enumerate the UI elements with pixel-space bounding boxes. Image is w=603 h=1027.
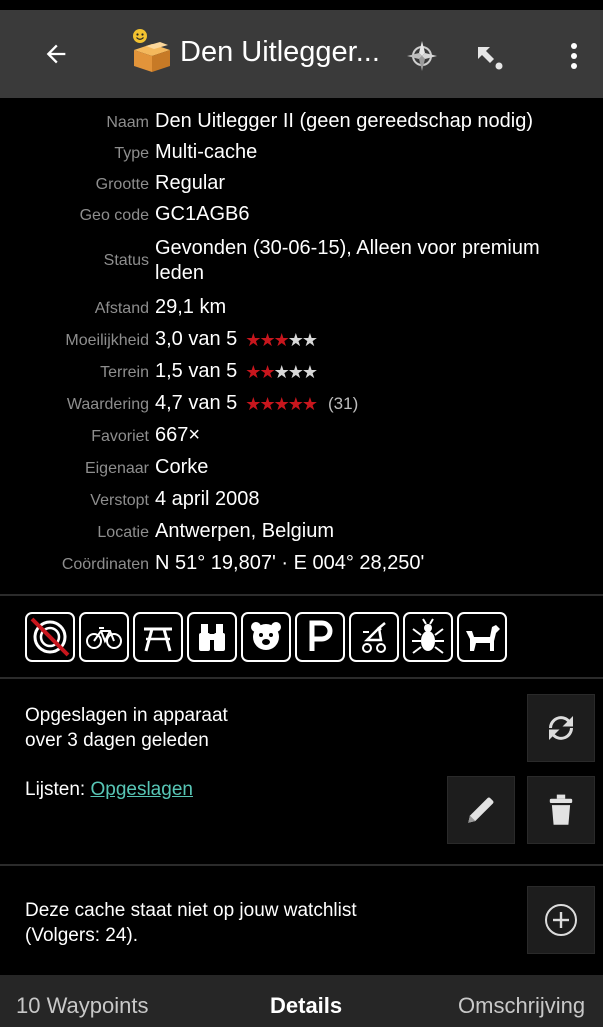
overflow-menu-button[interactable]: [552, 32, 596, 80]
navigate-button[interactable]: [465, 32, 513, 80]
app-bar: Den Uitlegger...: [0, 10, 603, 98]
rating-stars: ★★★★★: [245, 393, 318, 416]
stroller-icon[interactable]: [349, 612, 399, 662]
star-icon: ★: [245, 362, 261, 382]
delete-button[interactable]: [527, 776, 595, 844]
stored-line2: over 3 dagen geleden: [25, 730, 209, 751]
edit-lists-button[interactable]: [447, 776, 515, 844]
refresh-button[interactable]: [527, 694, 595, 762]
detail-value: Regular: [155, 172, 226, 194]
multi-cache-icon: [126, 26, 176, 76]
kids-icon[interactable]: [241, 612, 291, 662]
detail-label: Verstopt: [90, 492, 149, 509]
ticks-icon[interactable]: [403, 612, 453, 662]
detail-value: Multi-cache: [155, 141, 258, 163]
detail-label: Coördinaten: [61, 556, 149, 573]
detail-label: Waardering: [66, 396, 149, 413]
star-icon: ★: [301, 330, 318, 350]
star-icon: ★: [287, 394, 304, 414]
star-icon: ★: [273, 394, 290, 414]
pencil-icon: [468, 797, 494, 823]
star-icon: ★: [301, 394, 318, 414]
star-icon: ★: [301, 362, 318, 382]
parking-icon[interactable]: [295, 612, 345, 662]
detail-value: 667×: [155, 424, 201, 446]
lists-label: Lijsten:: [25, 779, 91, 800]
star-icon: ★: [259, 330, 275, 350]
tab-waypoints[interactable]: 10 Waypoints: [16, 993, 148, 1019]
detail-label: Eigenaar: [84, 460, 149, 477]
watchlist-line2: (Volgers: 24).: [25, 925, 138, 946]
tab-details[interactable]: Details: [270, 993, 342, 1019]
tab-description[interactable]: Omschrijving: [458, 993, 585, 1019]
detail-value[interactable]: Corke: [155, 456, 208, 479]
star-icon: ★: [273, 362, 290, 382]
detail-value[interactable]: N 51° 19,807' · E 004° 28,250': [155, 552, 424, 575]
navigate-arrow-icon: [478, 47, 503, 70]
rating-text: 3,0 van 5: [155, 328, 238, 350]
arrow-left-icon: [46, 44, 66, 64]
terrain-stars: ★★★★★: [245, 361, 318, 384]
picnic-table-icon[interactable]: [133, 612, 183, 662]
detail-label: Locatie: [97, 524, 149, 541]
binoculars-icon[interactable]: [187, 612, 237, 662]
divider: [0, 594, 603, 596]
detail-label: Terrein: [100, 364, 149, 381]
rating-text: 1,5 van 5: [155, 360, 238, 382]
dogs-icon[interactable]: [457, 612, 507, 662]
detail-value[interactable]: GC1AGB6: [155, 203, 249, 226]
star-icon: ★: [259, 362, 275, 382]
detail-value: 4,7 van 5 ★★★★★ (31): [155, 392, 358, 416]
star-icon: ★: [273, 330, 290, 350]
detail-value: Den Uitlegger II (geen gereedschap nodig…: [155, 110, 534, 132]
detail-value: Antwerpen, Belgium: [155, 520, 334, 542]
rating-text: 4,7 van 5: [155, 392, 238, 414]
divider: [0, 677, 603, 679]
star-icon: ★: [259, 394, 275, 414]
add-watchlist-button[interactable]: [527, 886, 595, 954]
detail-label: Grootte: [95, 176, 149, 193]
star-icon: ★: [287, 362, 304, 382]
detail-label: Naam: [106, 114, 149, 131]
vote-count: (31): [328, 394, 359, 413]
detail-label: Afstand: [94, 300, 149, 317]
compass-icon: [407, 41, 437, 71]
detail-value: 29,1 km: [155, 296, 227, 318]
detail-value: Gevonden (30-06-15), Alleen voor premium…: [155, 237, 540, 284]
detail-label: Favoriet: [91, 428, 149, 445]
status-bar: [0, 0, 603, 10]
detail-label: Type: [114, 145, 149, 162]
watchlist-line1: Deze cache staat niet op jouw watchlist: [25, 900, 357, 921]
compass-button[interactable]: [398, 32, 446, 80]
lists-link[interactable]: Opgeslagen: [90, 779, 192, 800]
trash-icon: [549, 794, 573, 825]
page-title: Den Uitlegger...: [180, 36, 380, 68]
difficulty-stars: ★★★★★: [245, 329, 318, 352]
bicycles-icon[interactable]: [79, 612, 129, 662]
detail-label: Status: [103, 252, 149, 269]
attribute-icons: [25, 612, 507, 662]
plus-circle-icon: [545, 904, 577, 936]
refresh-icon: [549, 716, 573, 740]
stored-status: Opgeslagen in apparaat over 3 dagen gele…: [25, 703, 228, 753]
detail-value: 3,0 van 5 ★★★★★: [155, 328, 318, 352]
lists-line: Lijsten: Opgeslagen: [25, 777, 193, 802]
watchlist-status: Deze cache staat niet op jouw watchlist …: [25, 898, 357, 948]
divider: [0, 864, 603, 866]
more-vert-icon: [571, 43, 577, 69]
detail-value: 1,5 van 5 ★★★★★: [155, 360, 318, 384]
star-icon: ★: [245, 330, 261, 350]
detail-value: 4 april 2008: [155, 488, 260, 510]
back-button[interactable]: [34, 32, 78, 76]
tab-bar: 10 Waypoints Details Omschrijving: [0, 975, 603, 1027]
no-night-cache-icon[interactable]: [25, 612, 75, 662]
star-icon: ★: [245, 394, 261, 414]
detail-label: Geo code: [79, 207, 149, 224]
detail-label: Moeilijkheid: [65, 332, 149, 349]
stored-line1: Opgeslagen in apparaat: [25, 705, 228, 726]
star-icon: ★: [287, 330, 304, 350]
